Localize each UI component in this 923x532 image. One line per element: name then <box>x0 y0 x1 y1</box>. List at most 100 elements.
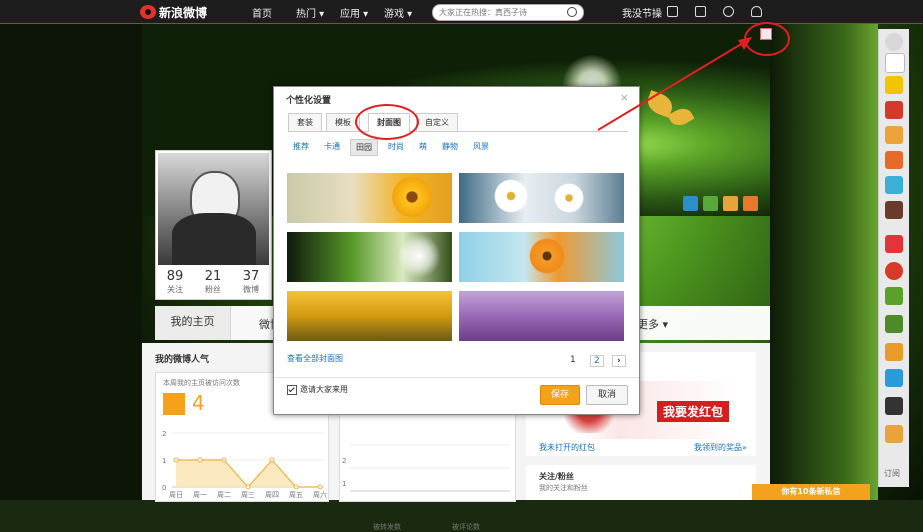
category-cute[interactable]: 萌 <box>414 139 432 156</box>
cover-thumbnail[interactable] <box>459 173 624 223</box>
app-icon[interactable] <box>885 126 903 144</box>
thumb-flower <box>554 183 584 213</box>
cover-thumbnail[interactable] <box>287 173 452 223</box>
app-icon[interactable] <box>885 343 903 361</box>
nav-games[interactable]: 游戏 ▾ <box>384 5 412 20</box>
app-icon[interactable] <box>885 235 903 253</box>
cover-thumbnail[interactable] <box>287 232 452 282</box>
category-pastoral[interactable]: 田园 <box>350 139 378 156</box>
page-2[interactable]: 2 <box>590 355 604 367</box>
thumb-flower <box>494 179 528 213</box>
red-packet-label: 我要发红包 <box>657 401 730 422</box>
app-icon[interactable] <box>885 287 903 305</box>
weibo-eye-icon <box>140 5 156 19</box>
tab-my-home[interactable]: 我的主页 <box>155 306 231 340</box>
stat-label: 微博 <box>243 285 259 294</box>
weibo-icon[interactable] <box>885 262 903 280</box>
avatar[interactable] <box>158 153 269 265</box>
app-icon[interactable] <box>885 315 903 333</box>
shield-icon[interactable] <box>751 6 762 17</box>
chart-point <box>269 457 275 463</box>
gear-icon[interactable] <box>723 6 734 17</box>
next-page-button[interactable]: › <box>612 355 626 367</box>
chart-y-tick: 2 <box>162 430 166 438</box>
chart-x-tick: 周二 <box>217 491 231 499</box>
sina-icon[interactable] <box>885 76 903 94</box>
thumb-dandelion <box>397 234 441 278</box>
app-icon[interactable] <box>885 369 903 387</box>
tab-suit[interactable]: 套装 <box>288 113 322 131</box>
view-all-covers-link[interactable]: 查看全部封面图 <box>287 353 343 364</box>
visits-chart: 0 1 2 周日 周一 周二 周三 周四 周五 周六 <box>162 430 327 499</box>
chart-x-tick: 周五 <box>289 491 303 499</box>
chart-point <box>293 484 299 490</box>
search-icon[interactable] <box>885 53 905 73</box>
weibo-logo[interactable]: 新浪微博 <box>140 3 207 21</box>
invite-checkbox[interactable] <box>287 384 297 395</box>
app-icon[interactable] <box>885 425 903 443</box>
app-icon[interactable] <box>885 176 903 194</box>
category-still-life[interactable]: 静物 <box>437 139 463 156</box>
cover-app-icon[interactable] <box>683 196 698 211</box>
unopened-packets-link[interactable]: 我未打开的红包 <box>539 442 595 453</box>
chart-point <box>173 457 179 463</box>
engagement-x-label: 被评论数 <box>452 523 480 531</box>
app-icon[interactable] <box>885 201 903 219</box>
prizes-link[interactable]: 我领到的奖品» <box>694 442 747 453</box>
chart-x-tick: 周四 <box>265 491 279 499</box>
cover-thumbnail[interactable] <box>459 232 624 282</box>
stat-posts[interactable]: 37 微博 <box>232 269 270 295</box>
category-cartoon[interactable]: 卡通 <box>319 139 345 156</box>
category-fashion[interactable]: 时尚 <box>383 139 409 156</box>
stat-value: 89 <box>166 269 184 284</box>
category-scenery[interactable]: 风景 <box>468 139 494 156</box>
chart-x-tick: 周一 <box>193 491 207 499</box>
invite-checkbox-row[interactable]: 邀请大家来用 <box>287 384 348 395</box>
thumb-flower <box>392 177 432 217</box>
thumb-flower <box>529 238 565 274</box>
logo-text: 新浪微博 <box>159 5 208 20</box>
nav-apps[interactable]: 应用 ▾ <box>340 5 368 20</box>
stat-label: 粉丝 <box>205 285 221 294</box>
profile-card: 89 关注 21 粉丝 37 微博 <box>155 150 272 300</box>
search-icon[interactable] <box>567 7 577 17</box>
cover-thumbnail[interactable] <box>459 291 624 341</box>
tab-more[interactable]: 更多 ▾ <box>637 316 668 332</box>
cancel-button[interactable]: 取消 <box>586 385 628 405</box>
popularity-title: 我的微博人气 <box>155 355 210 365</box>
chart-y-tick: 0 <box>162 484 166 492</box>
app-icon[interactable] <box>885 101 903 119</box>
dialog-divider <box>274 377 639 378</box>
app-icon[interactable] <box>885 151 903 169</box>
stat-following[interactable]: 89 关注 <box>156 269 194 295</box>
user-name[interactable]: 我没节操 <box>622 5 662 20</box>
personalization-dialog: 个性化设置 × 套装 模板 封面图 自定义 推荐 卡通 田园 时尚 萌 静物 风… <box>273 86 640 415</box>
category-recommended[interactable]: 推荐 <box>288 139 314 156</box>
search-placeholder: 大家正在热搜：真西子诗 <box>439 8 527 17</box>
page-1[interactable]: 1 <box>570 355 576 365</box>
nav-home[interactable]: 首页 <box>252 5 272 20</box>
chart-x-tick: 周三 <box>241 491 255 499</box>
stat-followers[interactable]: 21 粉丝 <box>194 269 232 295</box>
search-input[interactable]: 大家正在热搜：真西子诗 <box>432 4 584 21</box>
engagement-x-label: 被转发数 <box>373 523 401 531</box>
dialog-tabs: 套装 模板 封面图 自定义 <box>288 113 628 132</box>
save-button[interactable]: 保存 <box>540 385 580 405</box>
sidebar-dot-icon[interactable] <box>885 33 903 51</box>
cover-app-icon[interactable] <box>703 196 718 211</box>
category-filter: 推荐 卡通 田园 时尚 萌 静物 风景 <box>288 139 499 156</box>
chart-point <box>197 457 203 463</box>
compose-icon[interactable] <box>667 6 678 17</box>
invite-label: 邀请大家来用 <box>300 385 348 394</box>
chart-point <box>221 457 227 463</box>
cover-app-icon[interactable] <box>723 196 738 211</box>
cover-app-icon[interactable] <box>743 196 758 211</box>
subscribe-link[interactable]: 订阅 <box>884 468 900 479</box>
cover-thumbnail[interactable] <box>287 291 452 341</box>
mail-icon[interactable] <box>695 6 706 17</box>
close-icon[interactable]: × <box>620 91 629 104</box>
app-icon[interactable] <box>885 397 903 415</box>
new-messages-bar[interactable]: 你有10条新私信 <box>752 484 870 500</box>
tab-custom[interactable]: 自定义 <box>416 113 458 131</box>
nav-hot[interactable]: 热门 ▾ <box>296 5 324 20</box>
